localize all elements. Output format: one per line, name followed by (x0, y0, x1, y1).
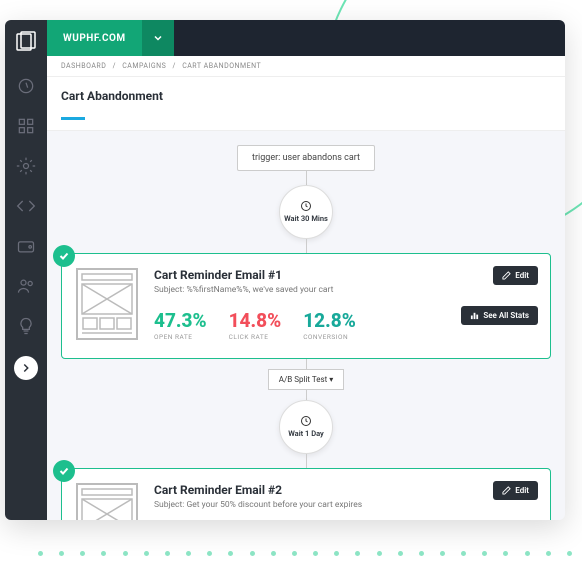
code-icon[interactable] (16, 196, 36, 216)
decorative-dots (38, 551, 572, 556)
connector (306, 359, 307, 369)
topbar: WUPHF.COM (47, 20, 565, 56)
main-area: WUPHF.COM DASHBOARD / CAMPAIGNS / CART A… (47, 20, 565, 520)
breadcrumb-item[interactable]: DASHBOARD (61, 62, 106, 70)
breadcrumb: DASHBOARD / CAMPAIGNS / CART ABANDONMENT (47, 56, 565, 77)
next-icon[interactable] (14, 356, 38, 380)
connector (306, 239, 307, 253)
split-test-button[interactable]: A/B Split Test ▾ (268, 369, 344, 390)
pencil-icon (502, 486, 511, 495)
status-check-icon (53, 245, 75, 267)
title-underline (61, 117, 85, 120)
settings-icon[interactable] (16, 156, 36, 176)
status-check-icon (53, 460, 75, 482)
connector (306, 390, 307, 400)
title-section: Cart Abandonment (47, 77, 565, 131)
wait-label: Wait 30 Mins (284, 214, 328, 223)
clock-icon (300, 200, 312, 212)
trigger-node[interactable]: trigger: user abandons cart (237, 145, 375, 171)
wait-node[interactable]: Wait 30 Mins (279, 185, 333, 239)
wait-label: Wait 1 Day (288, 429, 324, 438)
email-thumbnail (76, 268, 138, 344)
stat-open: 47.3%OPEN RATE (154, 309, 207, 341)
stat-click: 14.8%CLICK RATE (229, 309, 282, 341)
email-title: Cart Reminder Email #1 (154, 268, 536, 282)
email-card[interactable]: Cart Reminder Email #2 Subject: Get your… (61, 468, 551, 521)
clock-icon (300, 415, 312, 427)
users-icon[interactable] (16, 276, 36, 296)
email-thumbnail (76, 483, 138, 521)
edit-button[interactable]: Edit (493, 481, 538, 500)
email-title: Cart Reminder Email #2 (154, 483, 536, 497)
brand-dropdown[interactable] (142, 20, 174, 56)
page-title: Cart Abandonment (47, 77, 565, 111)
connector (306, 171, 307, 185)
email-card[interactable]: Cart Reminder Email #1 Subject: %%firstN… (61, 253, 551, 359)
sidebar (5, 20, 47, 520)
pencil-icon (502, 271, 511, 280)
apps-icon[interactable] (16, 116, 36, 136)
wallet-icon[interactable] (16, 236, 36, 256)
email-subject: Subject: %%firstName%%, we've saved your… (154, 285, 536, 295)
bars-icon (470, 311, 479, 320)
wait-node[interactable]: Wait 1 Day (279, 400, 333, 454)
workflow-canvas: trigger: user abandons cart Wait 30 Mins (47, 131, 565, 521)
app-window: WUPHF.COM DASHBOARD / CAMPAIGNS / CART A… (5, 20, 565, 520)
app-logo (14, 30, 38, 54)
idea-icon[interactable] (16, 316, 36, 336)
stat-conversion: 12.8%CONVERSION (303, 309, 356, 341)
breadcrumb-item: CART ABANDONMENT (182, 62, 261, 70)
email-subject: Subject: Get your 50% discount before yo… (154, 500, 536, 510)
dashboard-icon[interactable] (16, 76, 36, 96)
see-stats-button[interactable]: See All Stats (461, 306, 538, 325)
connector (306, 454, 307, 468)
brand-label: WUPHF.COM (47, 20, 142, 56)
breadcrumb-item[interactable]: CAMPAIGNS (122, 62, 166, 70)
edit-button[interactable]: Edit (493, 266, 538, 285)
